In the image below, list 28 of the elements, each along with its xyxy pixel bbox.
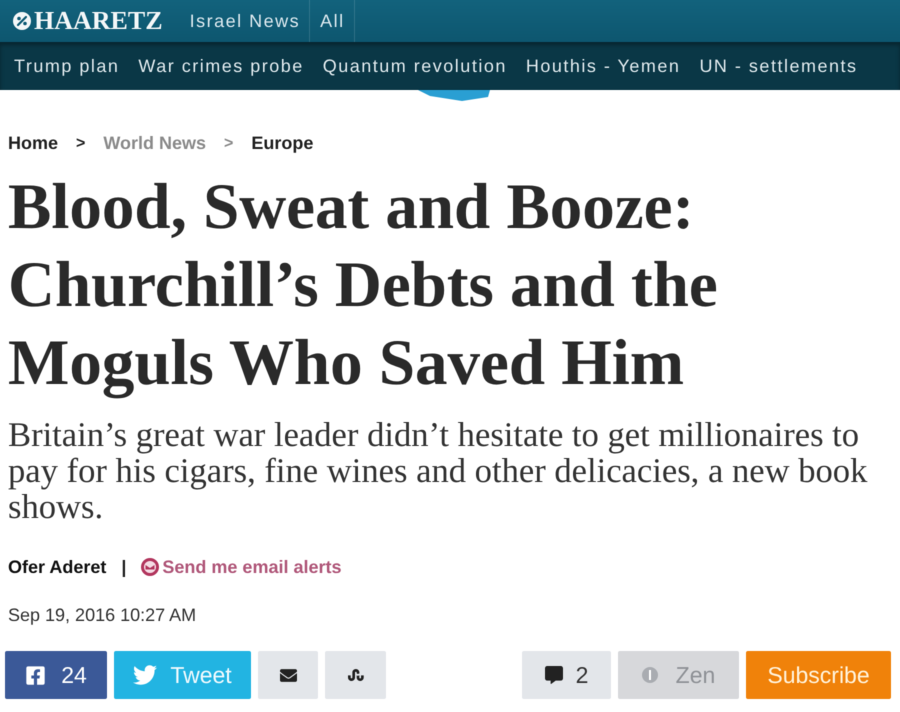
topic-link[interactable]: Quantum revolution — [322, 56, 507, 76]
byline-separator: | — [121, 556, 126, 578]
publish-date: Sep 19, 2016 10:27 AM — [8, 604, 198, 626]
stumbleupon-icon — [348, 667, 364, 683]
email-button[interactable] — [258, 651, 318, 699]
comments-button[interactable]: 2 — [522, 651, 611, 699]
facebook-button[interactable]: 24 — [5, 651, 107, 699]
headline: Blood, Sweat and Booze: Churchill’s Debts and the Moguls Who Saved Him — [8, 170, 719, 401]
bird-icon — [133, 663, 158, 687]
breadcrumb-separator: > — [76, 134, 86, 152]
nav-pointer-icon — [418, 90, 490, 101]
email-alerts-link[interactable]: Send me email alerts — [141, 556, 342, 578]
facebook-icon — [25, 664, 46, 686]
stumbleupon-button[interactable] — [325, 651, 386, 699]
logo-icon — [13, 12, 31, 30]
author-name: Ofer Aderet — [8, 556, 106, 578]
breadcrumb-link[interactable]: Europe — [251, 132, 314, 154]
envelope-icon — [280, 666, 296, 684]
speech-bubble-icon — [544, 666, 563, 684]
topic-link[interactable]: UN - settlements — [699, 56, 858, 76]
topic-link[interactable]: Houthis - Yemen — [526, 56, 680, 76]
topic-link[interactable]: Trump plan — [14, 56, 120, 76]
breadcrumb-link[interactable]: Home — [8, 132, 58, 154]
site-logo[interactable]: HAARETZ — [13, 0, 163, 42]
mail-circle-icon — [141, 558, 160, 576]
breadcrumb-separator: > — [224, 134, 234, 152]
subheadline: Britain’s great war leader didn’t hesitate to get millionaires to pay for his cigars, fine wines and other delicacies, a new book shows. — [8, 417, 868, 525]
topic-link[interactable]: War crimes probe — [138, 56, 304, 76]
